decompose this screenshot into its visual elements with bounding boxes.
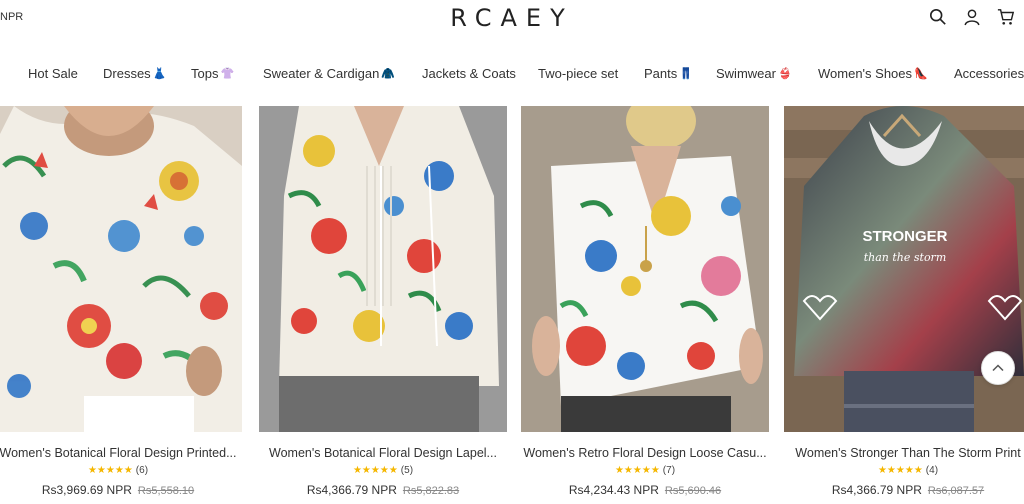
nav-item-label: Jackets & Coats <box>422 66 516 81</box>
nav-item-accessories[interactable]: Accessories <box>954 66 1024 81</box>
nav-item-sweater-cardigan[interactable]: Sweater & Cardigan 🧥 <box>263 66 395 81</box>
scroll-to-top-button[interactable] <box>981 351 1015 385</box>
nav-item-label: Tops <box>191 66 219 81</box>
product-rating: ★★★★★ (7) <box>521 465 769 479</box>
review-count: (4) <box>925 465 939 476</box>
nav-item-jackets-coats[interactable]: Jackets & Coats <box>422 66 516 81</box>
nav-item-label: Sweater & Cardigan <box>263 66 380 81</box>
site-logo[interactable]: RCAEY <box>0 4 1024 32</box>
product-image[interactable]: STRONGER than the storm <box>784 106 1024 432</box>
review-count: (7) <box>662 465 676 476</box>
nav-item-label: Accessories <box>954 66 1024 81</box>
original-price: Rs6,087.57 <box>927 485 985 497</box>
sale-price: Rs4,234.43 NPR <box>568 483 659 497</box>
header-actions <box>928 6 1016 28</box>
nav-item-pants[interactable]: Pants 👖 <box>644 66 693 81</box>
product-title[interactable]: Women's Botanical Floral Design Lapel... <box>259 446 507 460</box>
star-rating-icon: ★★★★★ <box>352 465 398 476</box>
product-card[interactable]: Women's Botanical Floral Design Printed.… <box>0 106 242 497</box>
nav-item-label: Swimwear <box>716 66 776 81</box>
nav-item-label: Women's Shoes <box>818 66 913 81</box>
nav-item-two-piece-set[interactable]: Two-piece set <box>538 66 618 81</box>
star-rating-icon: ★★★★★ <box>87 465 133 476</box>
shirt-icon: 👚 <box>220 68 235 80</box>
review-count: (6) <box>135 465 149 476</box>
sale-price: Rs3,969.69 NPR <box>41 483 132 497</box>
product-card[interactable]: Women's Botanical Floral Design Lapel...… <box>259 106 507 497</box>
print-text-stronger: STRONGER <box>862 228 947 245</box>
cart-icon[interactable] <box>996 6 1016 28</box>
nav-item-label: Pants <box>644 66 678 81</box>
product-prices: Rs4,366.79 NPR Rs6,087.57 <box>784 483 1024 497</box>
original-price: Rs5,558.10 <box>137 485 195 497</box>
product-prices: Rs4,234.43 NPR Rs5,690.46 <box>521 483 769 497</box>
sale-price: Rs4,366.79 NPR <box>306 483 397 497</box>
chevron-up-icon <box>992 364 1004 372</box>
product-rating: ★★★★★ (6) <box>0 465 242 479</box>
sale-price: Rs4,366.79 NPR <box>831 483 922 497</box>
product-title[interactable]: Women's Stronger Than The Storm Print <box>784 446 1024 460</box>
product-card[interactable]: STRONGER than the storm Women's Stronger… <box>784 106 1024 497</box>
review-count: (5) <box>400 465 414 476</box>
star-rating-icon: ★★★★★ <box>877 465 923 476</box>
category-nav: Hot Sale Dresses 👗 Tops 👚 Sweater & Cardig… <box>0 66 1024 86</box>
nav-item-hot-sale[interactable]: Hot Sale <box>28 66 78 81</box>
product-rating: ★★★★★ (4) <box>784 465 1024 479</box>
nav-item-label: Two-piece set <box>538 66 619 81</box>
heel-shoe-icon: 👠 <box>914 68 928 80</box>
product-card[interactable]: Women's Retro Floral Design Loose Casu..… <box>521 106 769 497</box>
print-text-storm: than the storm <box>864 251 947 264</box>
product-rating: ★★★★★ (5) <box>259 465 507 479</box>
search-icon[interactable] <box>928 6 948 28</box>
user-icon[interactable] <box>962 6 982 28</box>
product-grid: Women's Botanical Floral Design Printed.… <box>0 106 1024 504</box>
product-title[interactable]: Women's Botanical Floral Design Printed.… <box>0 446 242 460</box>
original-price: Rs5,690.46 <box>664 485 722 497</box>
nav-item-dresses[interactable]: Dresses 👗 <box>103 66 166 81</box>
product-prices: Rs4,366.79 NPR Rs5,822.83 <box>259 483 507 497</box>
nav-item-womens-shoes[interactable]: Women's Shoes 👠 <box>818 66 928 81</box>
product-prices: Rs3,969.69 NPR Rs5,558.10 <box>0 483 242 497</box>
nav-item-label: Hot Sale <box>28 66 78 81</box>
nav-item-label: Dresses <box>103 66 151 81</box>
coat-icon: 🧥 <box>381 68 396 80</box>
dress-icon: 👗 <box>152 68 167 80</box>
nav-item-swimwear[interactable]: Swimwear 👙 <box>716 66 792 81</box>
bikini-icon: 👙 <box>777 68 792 80</box>
product-title[interactable]: Women's Retro Floral Design Loose Casu..… <box>521 446 769 460</box>
nav-item-tops[interactable]: Tops 👚 <box>191 66 234 81</box>
original-price: Rs5,822.83 <box>402 485 460 497</box>
product-image[interactable] <box>0 106 242 432</box>
jeans-icon: 👖 <box>679 68 693 80</box>
product-image[interactable] <box>521 106 769 432</box>
star-rating-icon: ★★★★★ <box>614 465 660 476</box>
product-image[interactable] <box>259 106 507 432</box>
